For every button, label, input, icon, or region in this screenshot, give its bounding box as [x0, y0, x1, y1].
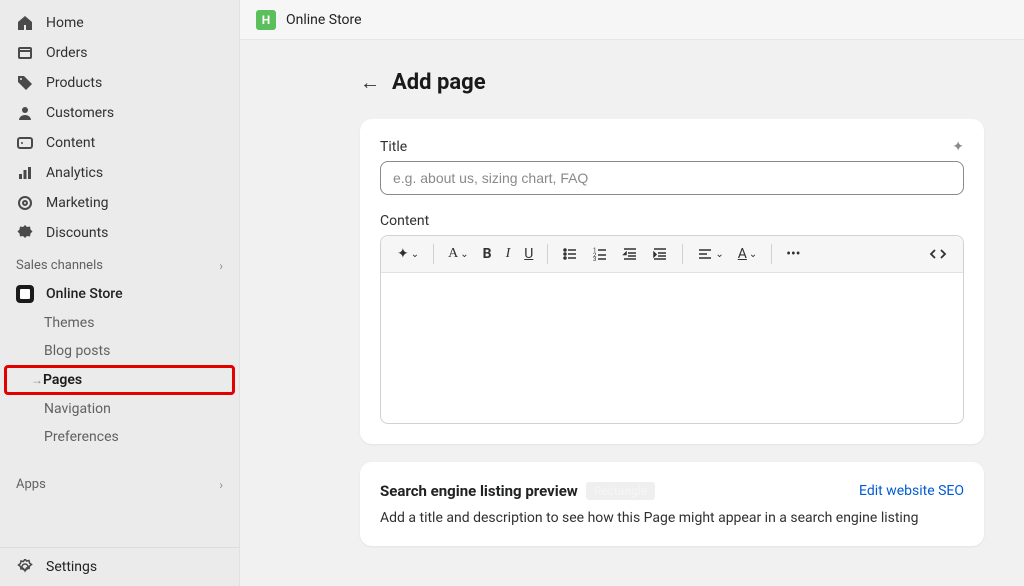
sidebar: Home Orders Products Customers Content A… [0, 0, 240, 586]
bullet-list-button[interactable] [556, 242, 584, 266]
sidebar-sub-navigation[interactable]: Navigation [0, 395, 239, 423]
font-select[interactable]: A ⌄ [442, 242, 475, 266]
topbar: H Online Store [240, 0, 1024, 40]
outdent-button[interactable] [616, 242, 644, 266]
page-header: ← Add page [360, 70, 1000, 95]
title-input[interactable] [380, 161, 964, 195]
chevron-right-icon: › [219, 478, 223, 492]
sub-label: Preferences [44, 429, 119, 445]
nav-discounts[interactable]: Discounts [0, 218, 239, 248]
bold-button[interactable]: B [477, 242, 498, 266]
code-view-button[interactable] [923, 242, 953, 266]
target-icon [16, 194, 34, 212]
ai-button[interactable]: ✦ ⌄ [391, 242, 425, 266]
arrow-right-icon: → [31, 373, 43, 387]
nav-label: Analytics [46, 165, 103, 181]
sidebar-settings[interactable]: Settings [0, 547, 239, 586]
nav-label: Discounts [46, 225, 108, 241]
editor-toolbar: ✦ ⌄ A ⌄ B I U 123 ⌄ A ⌄ [381, 236, 963, 273]
nav-customers[interactable]: Customers [0, 98, 239, 128]
rectangle-badge: Rectangle [586, 482, 655, 500]
nav-label: Orders [46, 45, 88, 61]
page-title: Add page [392, 70, 486, 95]
back-arrow-icon[interactable]: ← [360, 70, 380, 95]
nav-label: Content [46, 135, 95, 151]
main-content: H Online Store ← Add page Title ✦ Conten… [240, 0, 1024, 586]
settings-label: Settings [46, 559, 97, 575]
nav-label: Products [46, 75, 102, 91]
title-label: Title [380, 139, 407, 155]
sidebar-item-online-store[interactable]: Online Store [0, 279, 239, 309]
sparkle-icon[interactable]: ✦ [952, 139, 964, 155]
svg-text:3: 3 [593, 256, 596, 262]
analytics-icon [16, 164, 34, 182]
store-icon [16, 285, 34, 303]
seo-card: Search engine listing preview Rectangle … [360, 462, 984, 546]
gear-icon [16, 558, 34, 576]
italic-button[interactable]: I [500, 242, 517, 266]
sidebar-sub-pages[interactable]: → Pages [4, 365, 235, 395]
nav-products[interactable]: Products [0, 68, 239, 98]
nav-analytics[interactable]: Analytics [0, 158, 239, 188]
sidebar-sub-blog-posts[interactable]: Blog posts [0, 337, 239, 365]
nav-home[interactable]: Home [0, 8, 239, 38]
content-label: Content [380, 213, 964, 229]
sales-channels-header[interactable]: Sales channels › [0, 248, 239, 279]
nav-orders[interactable]: Orders [0, 38, 239, 68]
more-button[interactable]: ••• [780, 242, 806, 266]
sub-label: Themes [44, 315, 94, 331]
tag-icon [16, 74, 34, 92]
underline-button[interactable]: U [518, 242, 539, 266]
seo-heading: Search engine listing preview [380, 482, 578, 500]
topbar-title: Online Store [286, 12, 362, 28]
nav-label: Marketing [46, 195, 109, 211]
page-form-card: Title ✦ Content ✦ ⌄ A ⌄ B I U 12 [360, 119, 984, 444]
nav-marketing[interactable]: Marketing [0, 188, 239, 218]
store-label: Online Store [46, 286, 123, 302]
apps-header[interactable]: Apps › [0, 467, 239, 498]
content-editor: ✦ ⌄ A ⌄ B I U 123 ⌄ A ⌄ [380, 235, 964, 424]
numbered-list-button[interactable]: 123 [586, 242, 614, 266]
nav-label: Home [46, 15, 84, 31]
nav-label: Customers [46, 105, 114, 121]
indent-button[interactable] [646, 242, 674, 266]
align-button[interactable]: ⌄ [691, 242, 729, 266]
person-icon [16, 104, 34, 122]
nav-content[interactable]: Content [0, 128, 239, 158]
edit-seo-link[interactable]: Edit website SEO [859, 483, 964, 499]
home-icon [16, 14, 34, 32]
sub-label: Navigation [44, 401, 111, 417]
sidebar-sub-preferences[interactable]: Preferences [0, 423, 239, 451]
orders-icon [16, 44, 34, 62]
editor-textarea[interactable] [381, 273, 963, 423]
content-icon [16, 134, 34, 152]
sub-label: Pages [43, 372, 82, 388]
sub-label: Blog posts [44, 343, 110, 359]
discount-icon [16, 224, 34, 242]
section-label: Apps [16, 477, 46, 492]
sidebar-sub-themes[interactable]: Themes [0, 309, 239, 337]
seo-description: Add a title and description to see how t… [380, 510, 964, 526]
text-color-button[interactable]: A ⌄ [732, 242, 764, 266]
app-icon: H [256, 10, 276, 30]
section-label: Sales channels [16, 258, 103, 273]
chevron-right-icon: › [219, 259, 223, 273]
